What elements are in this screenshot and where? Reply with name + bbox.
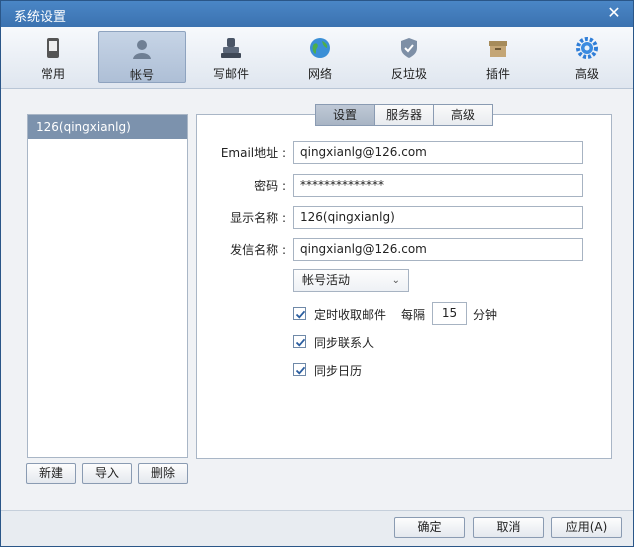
email-label: Email地址 : — [220, 146, 286, 160]
tab-advanced[interactable]: 高级 — [433, 104, 493, 126]
toolbar-label-common: 常用 — [40, 67, 65, 81]
new-account-button[interactable]: 新建 — [26, 463, 76, 484]
auto-receive-checkbox[interactable] — [293, 307, 306, 320]
account-list: 126(qingxianlg) — [27, 114, 188, 458]
cancel-button[interactable]: 取消 — [473, 517, 544, 538]
display-name-field[interactable]: 126(qingxianlg) — [293, 206, 583, 229]
settings-window: 系统设置 ✕ 常用 帐号 写邮件 网络 反垃圾 插件 高级 126(qingxi… — [0, 0, 634, 547]
password-field[interactable]: ************** — [293, 174, 583, 197]
category-toolbar: 常用 帐号 写邮件 网络 反垃圾 插件 高级 — [1, 27, 633, 89]
toolbar-item-compose[interactable]: 写邮件 — [187, 31, 275, 83]
import-account-button[interactable]: 导入 — [82, 463, 132, 484]
password-label: 密码 : — [254, 179, 286, 193]
email-field[interactable]: qingxianlg@126.com — [293, 141, 583, 164]
phone-icon — [47, 38, 59, 58]
sync-calendar-checkbox[interactable] — [293, 363, 306, 376]
shield-icon — [401, 38, 417, 58]
toolbar-item-antispam[interactable]: 反垃圾 — [365, 31, 453, 83]
toolbar-item-account[interactable]: 帐号 — [98, 31, 186, 83]
account-activity-value: 帐号活动 — [302, 273, 351, 287]
sender-name-field[interactable]: qingxianlg@126.com — [293, 238, 583, 261]
account-list-item[interactable]: 126(qingxianlg) — [28, 115, 187, 139]
globe-icon — [310, 38, 330, 58]
apply-button[interactable]: 应用(A) — [551, 517, 622, 538]
checkmark-icon — [295, 310, 306, 319]
gear-icon — [576, 37, 598, 59]
tab-server[interactable]: 服务器 — [374, 104, 434, 126]
toolbar-label-compose: 写邮件 — [212, 67, 249, 81]
box-icon — [489, 41, 507, 57]
toolbar-label-account: 帐号 — [129, 68, 154, 82]
footer-bar: 确定 取消 应用(A) — [1, 510, 633, 546]
toolbar-label-antispam: 反垃圾 — [390, 67, 427, 81]
close-icon[interactable]: ✕ — [605, 4, 623, 22]
interval-input[interactable]: 15 — [432, 302, 467, 325]
checkmark-icon — [295, 366, 306, 375]
title-bar: 系统设置 ✕ — [1, 1, 633, 27]
toolbar-item-network[interactable]: 网络 — [276, 31, 364, 83]
stamp-icon — [221, 38, 241, 58]
delete-account-button[interactable]: 删除 — [138, 463, 188, 484]
display-name-label: 显示名称 : — [230, 211, 286, 225]
sync-contacts-checkbox[interactable] — [293, 335, 306, 348]
sender-name-label: 发信名称 : — [230, 243, 286, 257]
sync-contacts-label: 同步联系人 — [314, 336, 375, 350]
toolbar-item-advanced[interactable]: 高级 — [543, 31, 631, 83]
ok-button[interactable]: 确定 — [394, 517, 465, 538]
interval-unit: 分钟 — [473, 308, 498, 322]
tab-settings[interactable]: 设置 — [315, 104, 375, 126]
sync-calendar-label: 同步日历 — [314, 364, 363, 378]
toolbar-label-plugins: 插件 — [485, 67, 510, 81]
account-activity-select[interactable]: 帐号活动 ⌄ — [293, 269, 409, 292]
auto-receive-label: 定时收取邮件 — [314, 308, 387, 322]
window-title: 系统设置 — [14, 10, 67, 25]
checkmark-icon — [295, 338, 306, 347]
chevron-down-icon: ⌄ — [391, 275, 400, 286]
toolbar-label-advanced: 高级 — [574, 67, 599, 81]
toolbar-label-network: 网络 — [307, 67, 332, 81]
interval-prefix: 每隔 — [401, 308, 426, 322]
user-icon — [133, 40, 151, 59]
toolbar-item-plugins[interactable]: 插件 — [454, 31, 542, 83]
toolbar-item-common[interactable]: 常用 — [9, 31, 97, 83]
